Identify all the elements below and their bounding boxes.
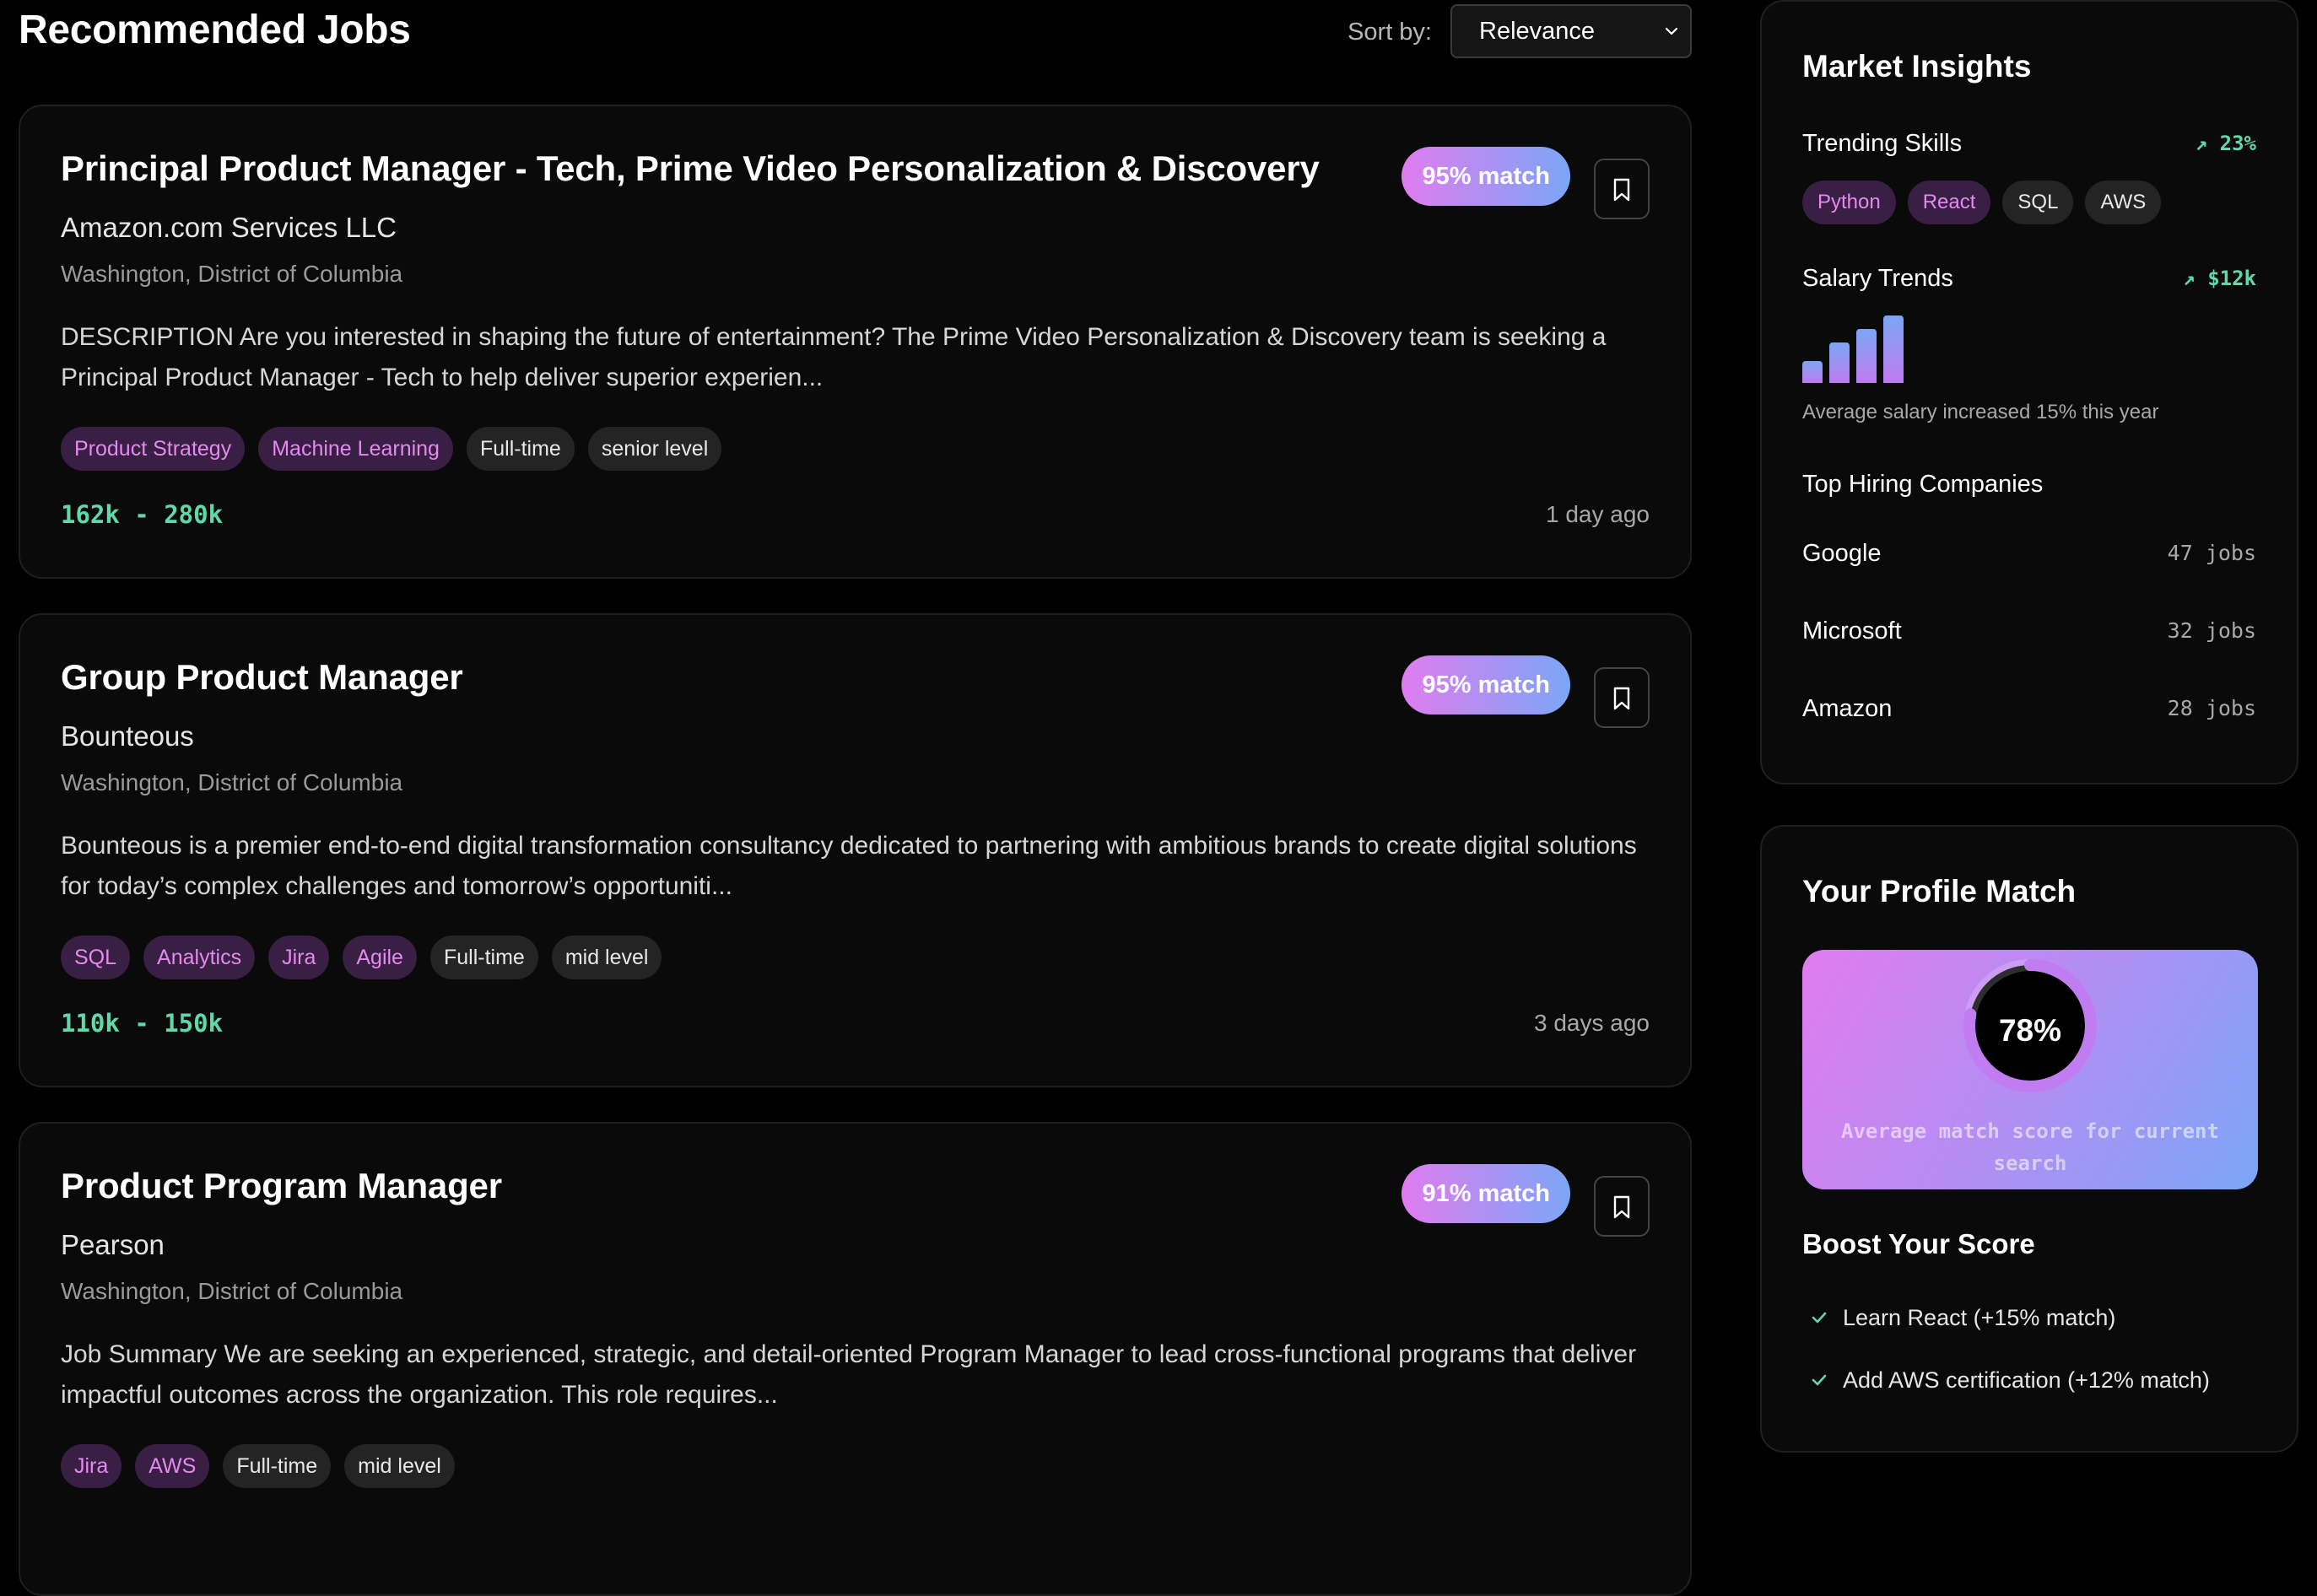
level-tag: senior level — [587, 427, 722, 471]
job-location: Washington, District of Columbia — [61, 1278, 403, 1304]
salary-trends-label: Salary Trends — [1802, 265, 1953, 292]
hiring-company-count: 32 jobs — [2167, 618, 2256, 643]
bookmark-button[interactable] — [1594, 1176, 1650, 1237]
trending-skill-chips: Python React SQL AWS — [1802, 181, 2162, 224]
salary-range: 110k - 150k — [61, 1009, 224, 1038]
skill-tag: Agile — [343, 935, 417, 979]
hiring-company-name: Amazon — [1802, 695, 1893, 722]
salary-bar — [1802, 361, 1823, 383]
bookmark-icon — [1613, 687, 1630, 710]
job-list: Recommended Jobs Sort by: Relevance Prin… — [19, 0, 1692, 1596]
sort-select[interactable]: Relevance — [1450, 4, 1692, 58]
check-icon — [1812, 1312, 1827, 1324]
job-description: Bounteous is a premier end-to-end digita… — [61, 832, 1637, 900]
job-description: Job Summary We are seeking an experience… — [61, 1340, 1637, 1409]
skill-tag: Analytics — [143, 935, 256, 979]
level-tag: mid level — [344, 1444, 455, 1488]
salary-note: Average salary increased 15% this year — [1802, 401, 2159, 423]
market-insights-title: Market Insights — [1802, 49, 2032, 84]
skill-chip: Python — [1802, 181, 1896, 224]
hiring-company-row[interactable]: Google 47 jobs — [1802, 535, 2256, 572]
profile-match-panel: Your Profile Match 78% Average match sco… — [1760, 825, 2298, 1453]
job-type-tag: Full-time — [466, 427, 575, 471]
match-badge: 95% match — [1402, 147, 1570, 206]
level-tag: mid level — [551, 935, 662, 979]
company-name: Pearson — [61, 1229, 165, 1260]
bookmark-button[interactable] — [1594, 159, 1650, 219]
trending-change: ↗ 23% — [2195, 132, 2256, 155]
match-badge: 91% match — [1402, 1164, 1570, 1223]
skill-tag: Product Strategy — [61, 427, 246, 471]
job-location: Washington, District of Columbia — [61, 769, 403, 795]
hiring-company-name: Microsoft — [1802, 617, 1902, 644]
boost-score-title: Boost Your Score — [1802, 1228, 2035, 1259]
skill-chip: React — [1907, 181, 1991, 224]
hiring-company-name: Google — [1802, 540, 1882, 567]
skill-tag: SQL — [61, 935, 131, 979]
skill-chip: SQL — [2002, 181, 2074, 224]
bookmark-icon — [1613, 1195, 1630, 1219]
match-badge: 95% match — [1402, 655, 1570, 714]
sort-label: Sort by: — [1348, 19, 1432, 46]
job-tags: SQL Analytics Jira Agile Full-time mid l… — [61, 935, 662, 979]
job-type-tag: Full-time — [223, 1444, 332, 1488]
skill-tag: AWS — [135, 1444, 210, 1488]
salary-change: ↗ $12k — [2183, 267, 2256, 290]
profile-match-card: 78% Average match score for current sear… — [1802, 950, 2258, 1189]
hiring-company-row[interactable]: Amazon 28 jobs — [1802, 690, 2256, 727]
boost-item-label: Learn React (+15% match) — [1843, 1305, 2116, 1330]
posted-time: 3 days ago — [1534, 1010, 1650, 1036]
salary-bar — [1856, 329, 1877, 383]
skill-tag: Jira — [268, 935, 330, 979]
job-card[interactable]: Principal Product Manager - Tech, Prime … — [19, 105, 1692, 579]
hiring-company-count: 28 jobs — [2167, 696, 2256, 720]
job-type-tag: Full-time — [429, 935, 538, 979]
job-card[interactable]: Product Program Manager 91% match Pearso… — [19, 1122, 1692, 1596]
bookmark-button[interactable] — [1594, 667, 1650, 728]
check-icon — [1812, 1374, 1827, 1386]
match-score-value: 78% — [1998, 1013, 2062, 1048]
job-title[interactable]: Principal Product Manager - Tech, Prime … — [61, 145, 1320, 192]
hiring-company-count: 47 jobs — [2167, 541, 2256, 565]
sort-select-value: Relevance — [1479, 18, 1596, 45]
top-hiring-label: Top Hiring Companies — [1802, 471, 2044, 498]
job-tags: Jira AWS Full-time mid level — [61, 1444, 455, 1488]
chevron-down-icon — [1665, 27, 1678, 35]
company-name: Bounteous — [61, 720, 194, 752]
profile-match-title: Your Profile Match — [1802, 874, 2077, 909]
skill-tag: Machine Learning — [258, 427, 453, 471]
hiring-company-row[interactable]: Microsoft 32 jobs — [1802, 612, 2256, 650]
skill-tag: Jira — [61, 1444, 122, 1488]
posted-time: 1 day ago — [1546, 501, 1650, 527]
list-header: Recommended Jobs Sort by: Relevance — [19, 0, 1692, 101]
page-title: Recommended Jobs — [19, 8, 411, 52]
market-insights-panel: Market Insights Trending Skills ↗ 23% Py… — [1760, 0, 2298, 785]
bookmark-icon — [1613, 178, 1630, 202]
boost-item-label: Add AWS certification (+12% match) — [1843, 1367, 2210, 1393]
job-description: DESCRIPTION Are you interested in shapin… — [61, 323, 1607, 391]
company-name: Amazon.com Services LLC — [61, 212, 397, 243]
salary-trend-chart — [1802, 315, 1920, 383]
salary-range: 162k - 280k — [61, 500, 224, 529]
salary-bar — [1883, 315, 1904, 383]
job-title[interactable]: Product Program Manager — [61, 1162, 502, 1210]
salary-bar — [1829, 342, 1850, 383]
job-location: Washington, District of Columbia — [61, 261, 403, 287]
job-card[interactable]: Group Product Manager 95% match Bounteou… — [19, 613, 1692, 1087]
job-title[interactable]: Group Product Manager — [61, 654, 463, 701]
match-score-caption: Average match score for current search — [1841, 1119, 2219, 1175]
trending-skills-label: Trending Skills — [1802, 130, 1963, 157]
skill-chip: AWS — [2085, 181, 2162, 224]
job-tags: Product Strategy Machine Learning Full-t… — [61, 427, 722, 471]
